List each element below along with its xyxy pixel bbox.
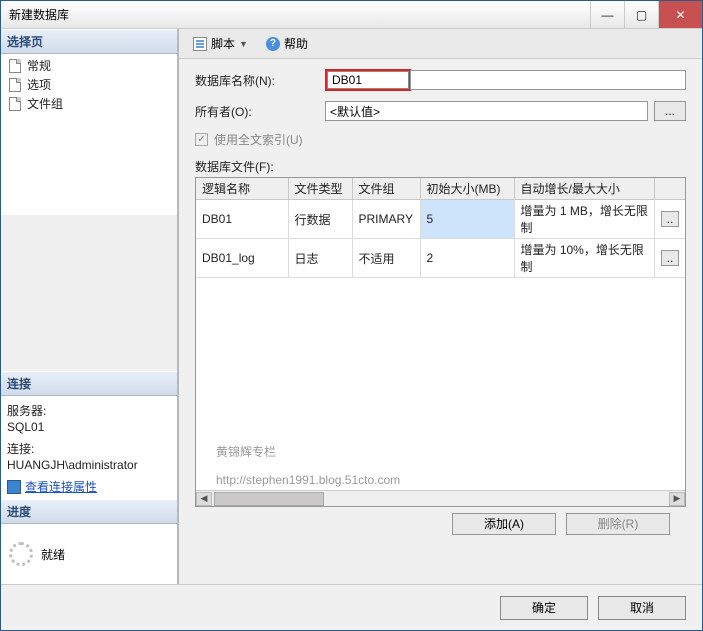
close-button[interactable]: ✕: [658, 1, 702, 28]
titlebar: 新建数据库 — ▢ ✕: [1, 1, 702, 29]
cell-file-type[interactable]: 行数据: [288, 200, 352, 239]
owner-input[interactable]: [325, 101, 648, 121]
files-table: 逻辑名称 文件类型 文件组 初始大小(MB) 自动增长/最大大小 DB01行数据…: [196, 178, 685, 278]
progress-header: 进度: [1, 499, 177, 524]
cell-initial-size[interactable]: 5: [420, 200, 514, 239]
select-page-list: 常规 选项 文件组: [1, 54, 177, 215]
properties-icon: [7, 480, 21, 494]
cell-filegroup[interactable]: 不适用: [352, 239, 420, 278]
fulltext-row: ✓ 使用全文索引(U): [195, 131, 686, 148]
table-row[interactable]: DB01_log日志不适用2增量为 10%，增长无限制..: [196, 239, 685, 278]
dropdown-icon: ▼: [239, 39, 248, 49]
content-area: 选择页 常规 选项 文件组 连接 服务器: SQL01: [1, 29, 702, 584]
minimize-button[interactable]: —: [590, 1, 624, 28]
connection-value: HUANGJH\administrator: [7, 458, 171, 472]
script-button[interactable]: 脚本 ▼: [187, 33, 254, 54]
sidebar-item-general[interactable]: 常规: [1, 56, 177, 75]
progress-status: 就绪: [41, 546, 65, 563]
add-file-button[interactable]: 添加(A): [452, 513, 556, 535]
sidebar-item-label: 选项: [27, 76, 51, 93]
sidebar-item-label: 常规: [27, 57, 51, 74]
select-page-header: 选择页: [1, 29, 177, 54]
connection-body: 服务器: SQL01 连接: HUANGJH\administrator 查看连…: [1, 396, 177, 499]
form-area: 数据库名称(N): 所有者(O): ... ✓ 使用全文索引(U): [179, 59, 702, 543]
horizontal-scrollbar[interactable]: ◀ ▶: [196, 490, 685, 506]
sidebar-item-label: 文件组: [27, 95, 63, 112]
remove-file-button: 删除(R): [566, 513, 670, 535]
script-label: 脚本: [211, 35, 235, 52]
sidebar-item-filegroups[interactable]: 文件组: [1, 94, 177, 113]
help-label: 帮助: [284, 35, 308, 52]
fulltext-checkbox: ✓: [195, 133, 208, 146]
connection-label: 连接:: [7, 440, 171, 457]
cancel-button[interactable]: 取消: [598, 596, 686, 620]
row-ellipsis-button[interactable]: ..: [661, 211, 679, 227]
window-controls: — ▢ ✕: [590, 1, 702, 28]
window-title: 新建数据库: [9, 6, 69, 23]
server-value: SQL01: [7, 420, 171, 434]
progress-body: 就绪: [1, 524, 177, 584]
main-pane: 脚本 ▼ ? 帮助 数据库名称(N): 所有者(O):: [179, 29, 702, 584]
files-label: 数据库文件(F):: [195, 158, 686, 175]
col-logical-name[interactable]: 逻辑名称: [196, 178, 288, 200]
watermark: 黄锦辉专栏 http://stephen1991.blog.51cto.com: [216, 438, 400, 494]
maximize-button[interactable]: ▢: [624, 1, 658, 28]
cell-action: ..: [655, 239, 686, 278]
watermark-line1: 黄锦辉专栏: [216, 438, 400, 466]
connection-header: 连接: [1, 371, 177, 396]
page-icon: [7, 59, 23, 73]
col-autogrowth[interactable]: 自动增长/最大大小: [514, 178, 655, 200]
cell-initial-size[interactable]: 2: [420, 239, 514, 278]
server-label: 服务器:: [7, 402, 171, 419]
scroll-right-button[interactable]: ▶: [669, 492, 685, 506]
spinner-icon: [9, 542, 33, 566]
help-button[interactable]: ? 帮助: [260, 33, 314, 54]
scroll-left-button[interactable]: ◀: [196, 492, 212, 506]
script-icon: [193, 37, 207, 51]
db-name-label: 数据库名称(N):: [195, 72, 325, 89]
db-name-highlight: [325, 69, 411, 91]
sidebar: 选择页 常规 选项 文件组 连接 服务器: SQL01: [1, 29, 179, 584]
dialog-footer: 确定 取消: [1, 584, 702, 630]
col-initial-size[interactable]: 初始大小(MB): [420, 178, 514, 200]
view-connection-properties[interactable]: 查看连接属性: [7, 478, 171, 495]
db-name-input[interactable]: [327, 71, 409, 89]
view-connection-link: 查看连接属性: [25, 478, 97, 495]
cell-autogrowth[interactable]: 增量为 1 MB，增长无限制: [514, 200, 655, 239]
col-file-type[interactable]: 文件类型: [288, 178, 352, 200]
table-header-row: 逻辑名称 文件类型 文件组 初始大小(MB) 自动增长/最大大小: [196, 178, 685, 200]
owner-combo: ...: [325, 101, 686, 121]
owner-label: 所有者(O):: [195, 103, 325, 120]
col-filegroup[interactable]: 文件组: [352, 178, 420, 200]
dialog-window: 新建数据库 — ▢ ✕ 选择页 常规 选项 文件组: [0, 0, 703, 631]
ok-button[interactable]: 确定: [500, 596, 588, 620]
owner-browse-button[interactable]: ...: [654, 101, 686, 121]
page-icon: [7, 78, 23, 92]
page-icon: [7, 97, 23, 111]
db-name-row: 数据库名称(N):: [195, 69, 686, 91]
cell-file-type[interactable]: 日志: [288, 239, 352, 278]
toolbar: 脚本 ▼ ? 帮助: [179, 29, 702, 59]
col-action: [655, 178, 686, 200]
scroll-thumb[interactable]: [214, 492, 324, 506]
cell-logical-name[interactable]: DB01_log: [196, 239, 288, 278]
db-name-input-extended[interactable]: [410, 70, 686, 90]
fulltext-label: 使用全文索引(U): [214, 131, 303, 148]
row-ellipsis-button[interactable]: ..: [661, 250, 679, 266]
sidebar-item-options[interactable]: 选项: [1, 75, 177, 94]
cell-autogrowth[interactable]: 增量为 10%，增长无限制: [514, 239, 655, 278]
table-row[interactable]: DB01行数据PRIMARY5增量为 1 MB，增长无限制..: [196, 200, 685, 239]
cell-filegroup[interactable]: PRIMARY: [352, 200, 420, 239]
file-action-row: 添加(A) 删除(R): [195, 507, 686, 539]
help-icon: ?: [266, 37, 280, 51]
owner-row: 所有者(O): ...: [195, 101, 686, 121]
cell-logical-name[interactable]: DB01: [196, 200, 288, 239]
cell-action: ..: [655, 200, 686, 239]
files-table-container: 逻辑名称 文件类型 文件组 初始大小(MB) 自动增长/最大大小 DB01行数据…: [195, 177, 686, 507]
